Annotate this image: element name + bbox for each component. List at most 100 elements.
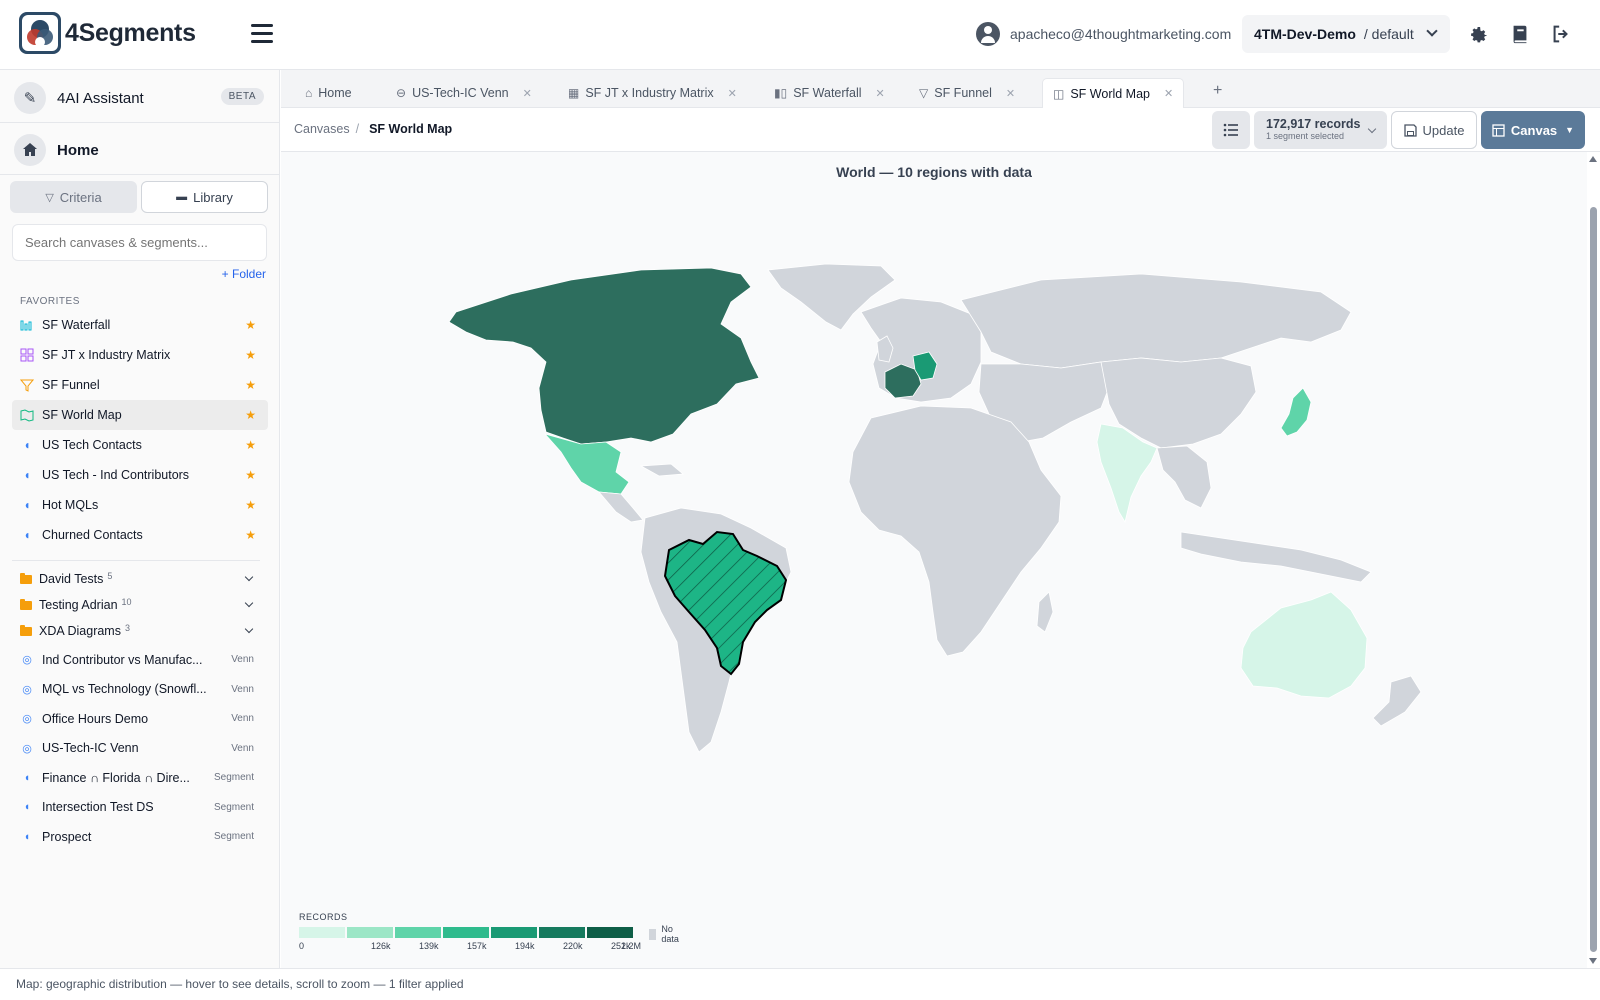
world-map[interactable] <box>281 152 1587 968</box>
list-item-label: Intersection Test DS <box>42 800 154 815</box>
legend-ticks: 0 126k 139k 157k 194k 220k 252k 1.2M <box>299 938 642 952</box>
legend-bin <box>395 927 441 938</box>
favorite-label: Churned Contacts <box>42 528 143 542</box>
user-menu[interactable]: apacheco@4thoughtmarketing.com <box>976 22 1231 46</box>
region-madagascar[interactable] <box>1036 591 1054 633</box>
vertical-scrollbar[interactable] <box>1587 152 1600 968</box>
favorite-item[interactable]: SF Funnel ★ <box>12 370 268 400</box>
scrollbar-thumb[interactable] <box>1590 207 1597 952</box>
region-north-america[interactable] <box>448 267 760 445</box>
tab-sf-funnel[interactable]: ▽ SF Funnel ✕ <box>909 78 1025 108</box>
list-item[interactable]: ◖ Finance ∩ Florida ∩ Dire... Segment <box>12 763 268 793</box>
breadcrumb-root[interactable]: Canvases <box>294 122 350 136</box>
close-icon[interactable]: ✕ <box>1164 87 1173 100</box>
folder-item[interactable]: Testing Adrian 10 <box>12 592 268 618</box>
gear-icon[interactable] <box>1467 23 1489 45</box>
tab-home[interactable]: ⌂ Home <box>295 78 362 108</box>
close-icon[interactable]: ✕ <box>728 87 737 100</box>
item-type-tag: Venn <box>231 742 254 754</box>
scroll-up-arrow[interactable] <box>1589 156 1597 162</box>
close-icon[interactable]: ✕ <box>876 87 885 100</box>
venn-icon: ◎ <box>22 742 32 755</box>
folder-item[interactable]: David Tests 5 <box>12 566 268 592</box>
list-item-label: Ind Contributor vs Manufac... <box>42 652 203 667</box>
region-southeast-asia[interactable] <box>1156 445 1212 509</box>
status-bar: Map: geographic distribution — hover to … <box>0 968 1600 1000</box>
region-russia[interactable] <box>960 273 1352 369</box>
list-item[interactable]: ◎ Ind Contributor vs Manufac... Venn <box>12 645 268 675</box>
favorite-item[interactable]: ◖ Churned Contacts ★ <box>12 520 268 550</box>
waterfall-icon: ▮▯ <box>774 86 788 100</box>
folder-count: 3 <box>124 623 130 633</box>
region-japan[interactable] <box>1280 387 1312 437</box>
add-tab-button[interactable]: + <box>1213 82 1222 100</box>
segment-icon: ◖ <box>23 468 31 482</box>
ai-assistant-label: 4AI Assistant <box>57 89 144 107</box>
divider <box>0 174 280 175</box>
legend-tick: 1.2M <box>621 941 642 951</box>
ai-assistant-button[interactable]: ✎ 4AI Assistant BETA <box>14 80 266 116</box>
star-icon[interactable]: ★ <box>245 468 256 482</box>
chevron-down-icon[interactable] <box>244 572 254 582</box>
region-indonesia[interactable] <box>1180 531 1372 583</box>
favorite-item[interactable]: SF JT x Industry Matrix ★ <box>12 340 268 370</box>
star-icon[interactable]: ★ <box>245 438 256 452</box>
search-input[interactable] <box>12 224 267 261</box>
favorite-item[interactable]: SF World Map ★ <box>12 400 268 430</box>
tab-criteria[interactable]: ▽ Criteria <box>10 181 137 213</box>
tab-library[interactable]: ▬ Library <box>141 181 268 213</box>
star-icon[interactable]: ★ <box>245 378 256 392</box>
favorite-item[interactable]: ◖ Hot MQLs ★ <box>12 490 268 520</box>
region-australia[interactable] <box>1240 591 1368 699</box>
scroll-down-arrow[interactable] <box>1589 958 1597 964</box>
star-icon[interactable]: ★ <box>245 528 256 542</box>
app-logo[interactable]: 4Segments <box>19 12 196 54</box>
chevron-down-icon[interactable] <box>244 598 254 608</box>
item-type-tag: Segment <box>213 772 254 784</box>
records-selector[interactable]: 172,917 records 1 segment selected <box>1254 111 1387 149</box>
tab-sf-world-map[interactable]: ◫ SF World Map ✕ <box>1042 78 1185 108</box>
region-caribbean[interactable] <box>639 463 685 477</box>
close-icon[interactable]: ✕ <box>523 87 532 100</box>
list-item-label: Prospect <box>42 829 92 844</box>
list-icon <box>1223 123 1238 137</box>
map-canvas[interactable]: World — 10 regions with data RECORDS 0 1… <box>281 152 1587 968</box>
update-button[interactable]: Update <box>1391 111 1477 149</box>
tab-label: SF World Map <box>1070 86 1150 101</box>
home-nav-button[interactable]: Home <box>14 132 266 168</box>
org-selector[interactable]: 4TM-Dev-Demo / default <box>1242 15 1450 53</box>
folder-item[interactable]: XDA Diagrams 3 <box>12 618 268 644</box>
list-item[interactable]: ◖ Intersection Test DS Segment <box>12 793 268 823</box>
legend-tick: 194k <box>515 941 535 951</box>
logout-icon[interactable] <box>1550 23 1572 45</box>
venn-icon: ◎ <box>22 654 32 667</box>
list-item[interactable]: ◎ Office Hours Demo Venn <box>12 704 268 734</box>
favorite-item[interactable]: SF Waterfall ★ <box>12 310 268 340</box>
book-icon[interactable] <box>1509 23 1531 45</box>
list-view-button[interactable] <box>1212 111 1250 149</box>
favorite-item[interactable]: ◖ US Tech Contacts ★ <box>12 430 268 460</box>
favorite-item[interactable]: ◖ US Tech - Ind Contributors ★ <box>12 460 268 490</box>
funnel-icon <box>19 378 35 392</box>
tab-sf-jt-matrix[interactable]: ▦ SF JT x Industry Matrix ✕ <box>558 78 747 108</box>
close-icon[interactable]: ✕ <box>1006 87 1015 100</box>
add-folder-button[interactable]: + Folder <box>222 267 266 281</box>
tab-sf-waterfall[interactable]: ▮▯ SF Waterfall ✕ <box>764 78 895 108</box>
list-item[interactable]: ◎ US-Tech-IC Venn Venn <box>12 734 268 764</box>
star-icon[interactable]: ★ <box>245 348 256 362</box>
region-new-zealand[interactable] <box>1372 675 1422 727</box>
menu-icon[interactable] <box>251 24 273 44</box>
list-item[interactable]: ◖ Prospect Segment <box>12 822 268 852</box>
tab-us-tech-ic-venn[interactable]: ⊖ US-Tech-IC Venn ✕ <box>386 78 542 108</box>
canvas-menu-button[interactable]: Canvas ▼ <box>1481 111 1585 149</box>
tab-library-label: Library <box>193 189 233 205</box>
segment-icon: ◖ <box>23 498 31 512</box>
list-item[interactable]: ◎ MQL vs Technology (Snowfl... Venn <box>12 675 268 705</box>
star-icon[interactable]: ★ <box>245 408 256 422</box>
region-africa[interactable] <box>848 405 1062 657</box>
region-central-america[interactable] <box>598 491 644 523</box>
chevron-down-icon[interactable] <box>244 624 254 634</box>
star-icon[interactable]: ★ <box>245 498 256 512</box>
favorite-label: Hot MQLs <box>42 498 99 512</box>
star-icon[interactable]: ★ <box>245 318 256 332</box>
